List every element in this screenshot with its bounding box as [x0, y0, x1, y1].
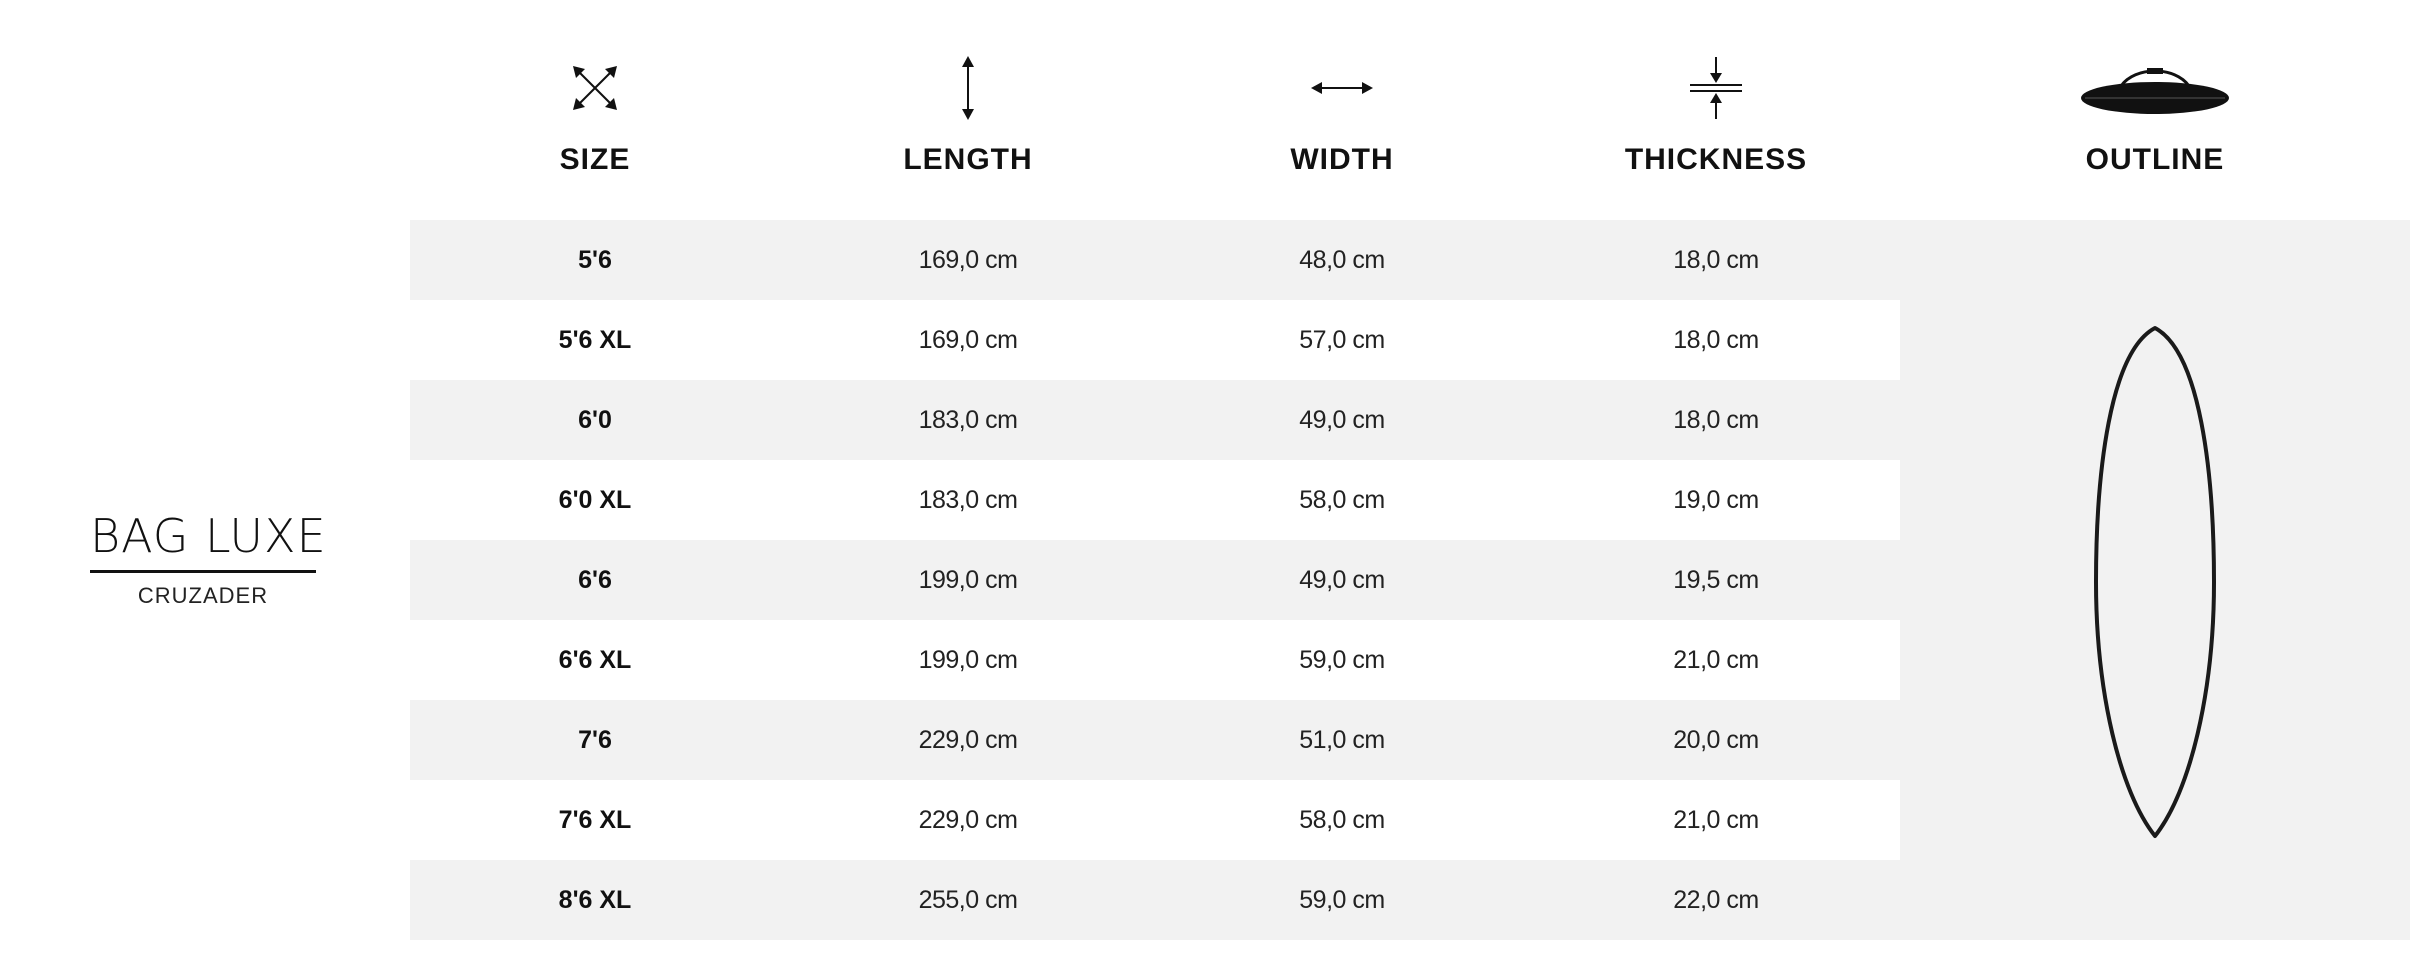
- size-cell: 7'6: [578, 726, 612, 754]
- size-cell: 6'0: [578, 406, 612, 434]
- width-cell: 58,0 cm: [1299, 806, 1385, 834]
- table-row: 5'6 XL 169,0 cm 57,0 cm 18,0 cm: [410, 300, 1900, 380]
- length-cell: 229,0 cm: [918, 806, 1018, 834]
- thickness-cell: 18,0 cm: [1673, 326, 1759, 354]
- length-cell: 229,0 cm: [918, 726, 1018, 754]
- table-row: 7'6 XL 229,0 cm 58,0 cm 21,0 cm: [410, 780, 1900, 860]
- length-cell: 169,0 cm: [918, 246, 1018, 274]
- header-width: WIDTH: [1156, 0, 1528, 220]
- header-length: LENGTH: [782, 0, 1154, 220]
- thickness-cell: 21,0 cm: [1673, 646, 1759, 674]
- size-cell: 8'6 XL: [558, 886, 632, 914]
- size-cell: 5'6: [578, 246, 612, 274]
- width-cell: 59,0 cm: [1299, 886, 1385, 914]
- thickness-cell: 19,5 cm: [1673, 566, 1759, 594]
- outline-panel: [1900, 220, 2410, 940]
- width-cell: 49,0 cm: [1299, 406, 1385, 434]
- table-row: 6'0 183,0 cm 49,0 cm 18,0 cm: [410, 380, 1900, 460]
- compress-arrows-icon: [1690, 57, 1742, 119]
- thickness-cell: 20,0 cm: [1673, 726, 1759, 754]
- table-row: 7'6 229,0 cm 51,0 cm 20,0 cm: [410, 700, 1900, 780]
- width-cell: 48,0 cm: [1299, 246, 1385, 274]
- width-cell: 57,0 cm: [1299, 326, 1385, 354]
- header-thickness: THICKNESS: [1530, 0, 1902, 220]
- header-outline: OUTLINE: [1900, 0, 2410, 220]
- table-row: 6'6 199,0 cm 49,0 cm 19,5 cm: [410, 540, 1900, 620]
- brand-title: BAG LUXE: [90, 509, 327, 563]
- table-row: 6'0 XL 183,0 cm 58,0 cm 19,0 cm: [410, 460, 1900, 540]
- size-table: 5'6 169,0 cm 48,0 cm 18,0 cm 5'6 XL 169,…: [410, 220, 1900, 940]
- brand-subtitle: CRUZADER: [137, 583, 269, 608]
- thickness-cell: 22,0 cm: [1673, 886, 1759, 914]
- header-size-label: SIZE: [559, 143, 631, 176]
- thickness-cell: 19,0 cm: [1673, 486, 1759, 514]
- width-cell: 58,0 cm: [1299, 486, 1385, 514]
- thickness-cell: 18,0 cm: [1673, 406, 1759, 434]
- size-cell: 7'6 XL: [558, 806, 632, 834]
- surfboard-outline-icon: [2094, 326, 2216, 838]
- size-cell: 6'0 XL: [558, 486, 632, 514]
- table-row: 8'6 XL 255,0 cm 59,0 cm 22,0 cm: [410, 860, 1900, 940]
- board-bag-icon: [2081, 68, 2229, 114]
- length-cell: 255,0 cm: [918, 886, 1018, 914]
- length-cell: 183,0 cm: [918, 406, 1018, 434]
- table-row: 6'6 XL 199,0 cm 59,0 cm 21,0 cm: [410, 620, 1900, 700]
- thickness-cell: 21,0 cm: [1673, 806, 1759, 834]
- table-row: 5'6 169,0 cm 48,0 cm 18,0 cm: [410, 220, 1900, 300]
- vertical-double-arrow-icon: [962, 56, 974, 120]
- thickness-cell: 18,0 cm: [1673, 246, 1759, 274]
- brand-divider: [90, 570, 316, 573]
- width-cell: 51,0 cm: [1299, 726, 1385, 754]
- header-outline-label: OUTLINE: [2085, 143, 2225, 176]
- size-cell: 6'6 XL: [558, 646, 632, 674]
- brand-logo: BAG LUXE CRUZADER: [90, 508, 327, 609]
- header-thickness-label: THICKNESS: [1624, 143, 1808, 176]
- horizontal-double-arrow-icon: [1311, 82, 1373, 94]
- header-length-label: LENGTH: [903, 143, 1033, 176]
- diagonal-expand-arrows-icon: [573, 66, 617, 110]
- header-width-label: WIDTH: [1290, 143, 1394, 176]
- table-header: SIZE LENGTH WIDTH THICKNESS OUTLINE: [410, 0, 2410, 220]
- width-cell: 59,0 cm: [1299, 646, 1385, 674]
- header-size: SIZE: [410, 0, 780, 220]
- length-cell: 169,0 cm: [918, 326, 1018, 354]
- size-cell: 6'6: [578, 566, 612, 594]
- length-cell: 183,0 cm: [918, 486, 1018, 514]
- length-cell: 199,0 cm: [918, 566, 1018, 594]
- size-cell: 5'6 XL: [558, 326, 632, 354]
- width-cell: 49,0 cm: [1299, 566, 1385, 594]
- length-cell: 199,0 cm: [918, 646, 1018, 674]
